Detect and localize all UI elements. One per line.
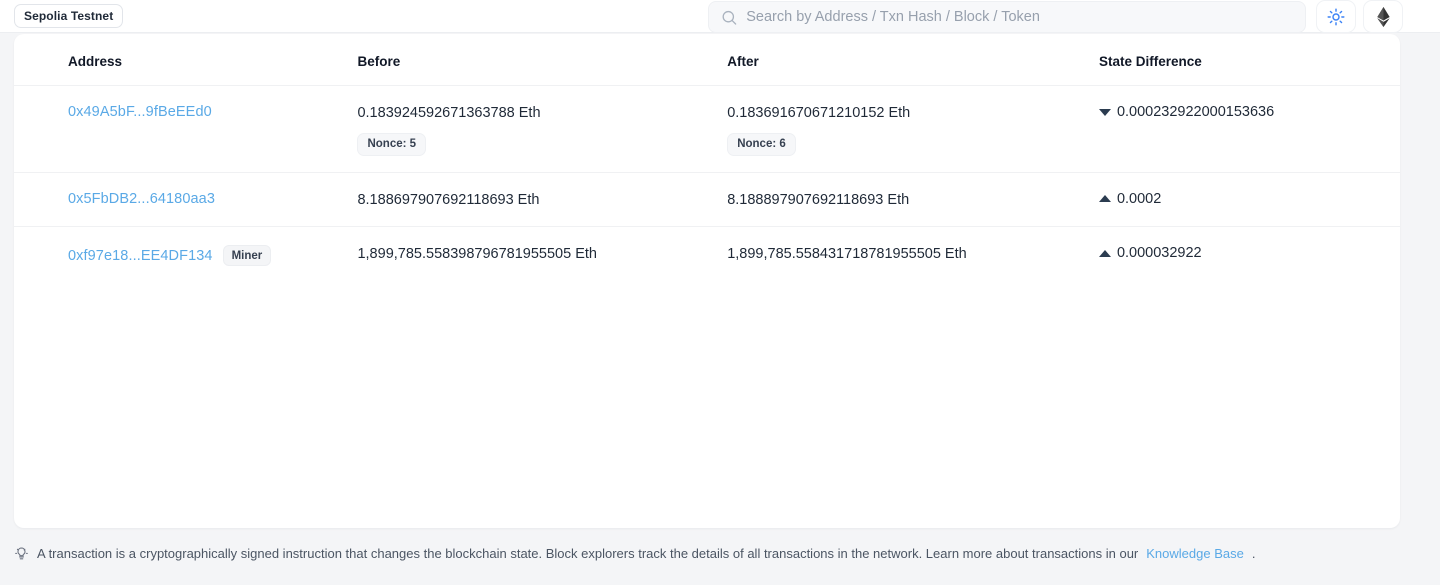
after-balance: 0.183691670671210152 Eth: [727, 105, 911, 121]
column-header-after: After: [727, 34, 1097, 86]
sun-icon: [1327, 7, 1345, 26]
search-icon: [722, 10, 737, 25]
after-balance: 1,899,785.558431718781955505 Eth: [727, 246, 967, 263]
cell-after: 8.188897907692118693 Eth: [727, 172, 1097, 228]
after-balance: 8.188897907692118693 Eth: [727, 191, 910, 208]
before-balance: 1,899,785.558398796781955505 Eth: [357, 246, 597, 263]
search-bar[interactable]: [708, 1, 1306, 33]
address-link[interactable]: 0xf97e18...EE4DF134: [68, 248, 213, 264]
column-header-state-difference: State Difference: [1096, 34, 1400, 86]
after-nonce-badge: Nonce: 6: [727, 132, 796, 156]
cell-address: 0x5FbDB2...64180aa3: [14, 172, 358, 228]
state-difference-value: 0.000032922: [1116, 245, 1202, 262]
footer-info-note: A transaction is a cryptographically sig…: [14, 546, 1255, 561]
footer-text: A transaction is a cryptographically sig…: [37, 546, 1139, 561]
state-changes-table: Address Before After State Difference 0x…: [14, 34, 1400, 282]
search-input[interactable]: [746, 9, 1293, 25]
state-changes-card: Address Before After State Difference 0x…: [14, 34, 1400, 528]
cell-before: 0.183924592671363788 Eth Nonce: 5: [357, 85, 728, 173]
miner-badge: Miner: [222, 245, 272, 267]
address-link[interactable]: 0x5FbDB2...64180aa3: [68, 191, 215, 207]
cell-state-difference: 0.000232922000153636: [1096, 85, 1400, 173]
cell-state-difference: 0.0002: [1096, 172, 1400, 228]
column-header-before: Before: [357, 34, 728, 86]
cell-address: 0xf97e18...EE4DF134 Miner: [14, 227, 357, 283]
footer-text-end: .: [1251, 546, 1256, 561]
network-chip[interactable]: Sepolia Testnet: [14, 4, 124, 28]
triangle-up-icon: [1098, 249, 1111, 257]
before-balance: 0.183924592671363788 Eth: [357, 105, 541, 121]
knowledge-base-link[interactable]: Knowledge Base: [1146, 546, 1244, 561]
chain-selector-button[interactable]: [1363, 0, 1403, 33]
state-difference-value: 0.0002: [1116, 190, 1162, 207]
ethereum-icon: [1376, 6, 1390, 27]
theme-toggle-button[interactable]: [1316, 0, 1356, 33]
cell-before: 1,899,785.558398796781955505 Eth: [357, 227, 727, 283]
address-link[interactable]: 0x49A5bF...9fBeEEd0: [68, 104, 212, 120]
table-header-row: Address Before After State Difference: [14, 34, 1400, 86]
table-row: 0x49A5bF...9fBeEEd0 0.183924592671363788…: [14, 85, 1400, 173]
column-header-address: Address: [14, 34, 358, 86]
triangle-up-icon: [1098, 195, 1111, 203]
top-header-bar: Sepolia Testnet: [0, 0, 1440, 33]
before-nonce-badge: Nonce: 5: [357, 132, 427, 156]
table-body: 0x49A5bF...9fBeEEd0 0.183924592671363788…: [14, 85, 1400, 283]
cell-before: 8.188697907692118693 Eth: [357, 172, 728, 228]
lightbulb-icon: [15, 547, 28, 560]
cell-after: 1,899,785.558431718781955505 Eth: [727, 227, 1097, 283]
table-row: 0x5FbDB2...64180aa3 8.188697907692118693…: [14, 172, 1400, 228]
cell-address: 0x49A5bF...9fBeEEd0: [14, 85, 358, 173]
table-row: 0xf97e18...EE4DF134 Miner 1,899,785.5583…: [14, 227, 1400, 283]
cell-state-difference: 0.000032922: [1097, 227, 1400, 283]
triangle-down-icon: [1098, 108, 1111, 116]
cell-after: 0.183691670671210152 Eth Nonce: 6: [727, 85, 1097, 173]
table-header: Address Before After State Difference: [14, 34, 1400, 86]
state-difference-value: 0.000232922000153636: [1116, 104, 1275, 120]
before-balance: 8.188697907692118693 Eth: [357, 191, 540, 208]
